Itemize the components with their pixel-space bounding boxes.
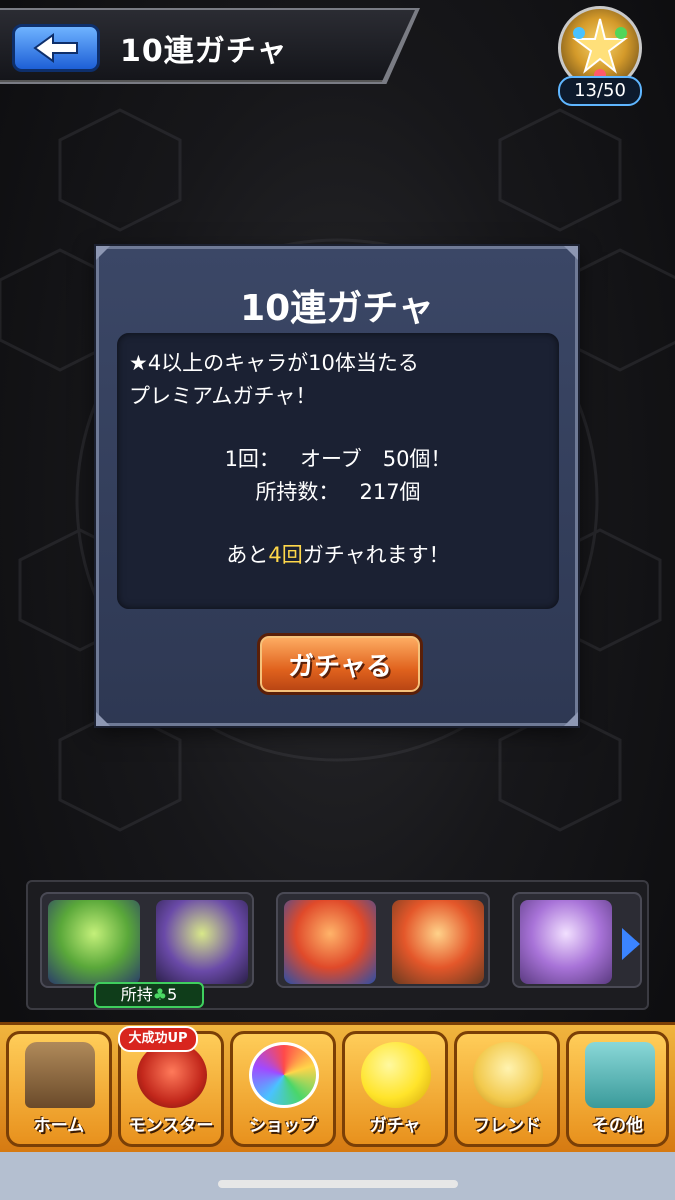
dialog-corner [564,246,578,260]
remaining-line: あと4回ガチャれます！ [129,539,547,572]
back-button[interactable] [12,24,100,72]
nav-item-other[interactable]: その他 [566,1031,669,1147]
success-up-badge: 大成功UP [118,1026,198,1052]
gacha-egg-icon [361,1042,431,1108]
character-card[interactable] [276,892,490,988]
character-roster[interactable]: 所持♣5 [26,880,649,1010]
cost-label: 1回： [224,447,280,471]
character-portrait [156,900,248,984]
remaining-prefix: あと [226,543,269,567]
nav-item-friend[interactable]: フレンド [454,1031,560,1147]
character-portrait [48,900,140,984]
owned-badge: 所持♣5 [94,982,204,1008]
dialog-title: 10連ガチャ [240,288,434,329]
owned-badge-count: 5 [167,985,178,1004]
remaining-count: 4回 [268,543,303,567]
cost-line: 1回： オーブ 50個！ [129,443,547,476]
nav-item-home[interactable]: ホーム [6,1031,112,1147]
friend-icon [473,1042,543,1108]
dialog-description: ★4以上のキャラが10体当たる プレミアムガチャ！ 1回： オーブ 50個！ 所… [117,333,559,609]
dialog-corner [96,246,110,260]
nav-label: ガチャ [369,1116,421,1136]
nav-item-shop[interactable]: ショップ [230,1031,336,1147]
nav-label: ショップ [249,1116,317,1136]
character-portrait [392,900,484,984]
page-title: 10連ガチャ [120,34,288,69]
nav-label: モンスター [128,1116,214,1136]
arrow-left-icon [33,33,78,63]
remaining-suffix: ガチャれます！ [302,543,450,567]
dialog-corner [564,712,578,726]
dialog-corner [96,712,110,726]
gacha-button[interactable]: ガチャる [257,633,423,695]
gacha-dialog: 10連ガチャ ★4以上のキャラが10体当たる プレミアムガチャ！ 1回： オーブ… [96,246,578,726]
owned-line: 所持数： 217個 [129,476,547,509]
owned-label: 所持数： [255,480,340,504]
nav-item-gacha[interactable]: ガチャ [342,1031,448,1147]
other-icon [585,1042,655,1108]
clover-icon: ♣ [152,985,168,1004]
description-line: プレミアムガチャ！ [129,384,317,408]
orb-icon [249,1042,319,1108]
owned-badge-prefix: 所持 [120,985,153,1004]
home-indicator[interactable] [218,1180,458,1188]
owned-value: 217個 [359,480,421,504]
gem-count: 13/50 [558,76,642,106]
nav-label: ホーム [33,1116,85,1136]
home-icon [25,1042,95,1108]
gem-counter-widget[interactable]: 13/50 [556,6,646,106]
character-portrait [284,900,376,984]
nav-label: フレンド [473,1116,541,1136]
nav-label: その他 [592,1116,643,1136]
character-portrait [520,900,612,984]
bottom-navigation: ホーム モンスター ショップ ガチャ フレンド その他 [0,1022,675,1152]
scroll-right-arrow-icon[interactable] [622,928,640,960]
bottom-strip [0,1152,675,1200]
character-card[interactable] [40,892,254,988]
description-line: ★4以上のキャラが10体当たる [129,351,419,375]
cost-value: オーブ 50個！ [299,447,452,471]
